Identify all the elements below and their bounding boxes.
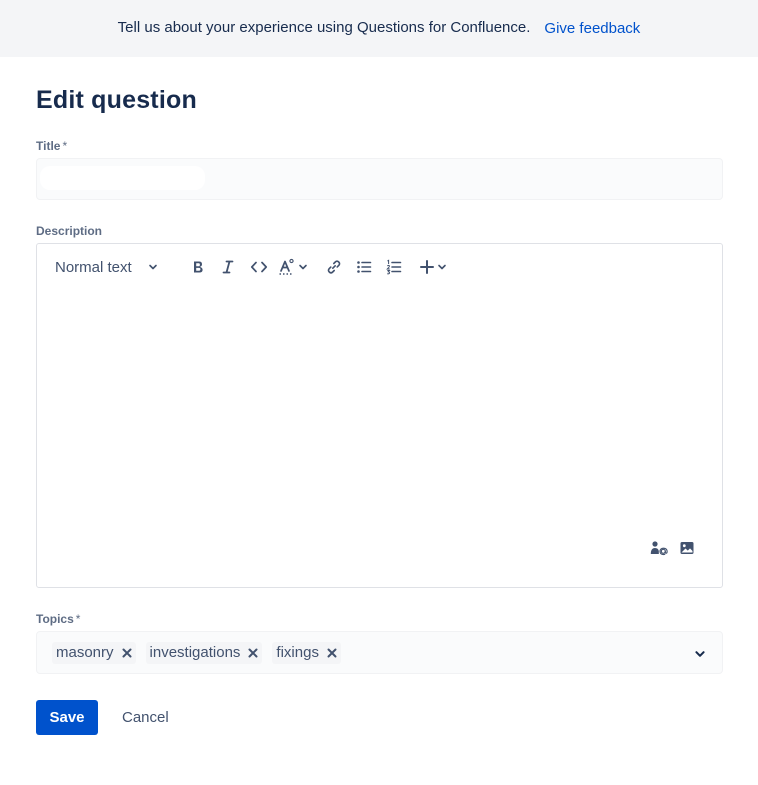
code-icon (250, 261, 268, 273)
chevron-down-icon (695, 651, 705, 657)
topics-select[interactable]: masonry investigations fixings (36, 631, 723, 674)
italic-button[interactable] (213, 252, 243, 282)
required-mark: * (75, 612, 81, 626)
topic-tag: masonry (52, 641, 136, 664)
topic-tag-label: masonry (56, 644, 114, 661)
page-title: Edit question (36, 86, 197, 114)
bullet-list-icon (357, 261, 372, 273)
title-label-text: Title (36, 139, 61, 153)
topic-tag: fixings (272, 641, 341, 664)
description-editor: Normal text (36, 243, 723, 588)
text-style-dropdown[interactable]: Normal text (51, 252, 163, 282)
topics-label-text: Topics (36, 612, 74, 626)
image-icon (680, 542, 694, 554)
remove-topic-button[interactable] (248, 648, 258, 658)
editor-footer-actions (650, 539, 696, 557)
feedback-message: Tell us about your experience using Ques… (117, 19, 531, 36)
link-icon (327, 260, 341, 274)
remove-topic-button[interactable] (122, 648, 132, 658)
text-color-icon (279, 258, 294, 275)
required-mark: * (62, 139, 68, 153)
description-text-area[interactable] (37, 290, 722, 540)
topic-tag-label: investigations (149, 644, 241, 661)
text-color-button[interactable] (275, 252, 311, 282)
editor-toolbar: Normal text (37, 244, 722, 290)
feedback-banner: Tell us about your experience using Ques… (0, 0, 758, 57)
link-button[interactable] (319, 252, 349, 282)
chevron-down-icon (299, 264, 307, 270)
remove-topic-button[interactable] (327, 648, 337, 658)
insert-plus-icon (420, 260, 434, 274)
close-icon (248, 648, 258, 657)
topics-dropdown-toggle[interactable] (694, 647, 706, 665)
topics-label: Topics * (36, 612, 80, 626)
cancel-button[interactable]: Cancel (110, 700, 181, 735)
bold-button[interactable] (183, 252, 213, 282)
text-style-label: Normal text (55, 258, 132, 276)
close-icon (327, 648, 337, 657)
bullet-list-button[interactable] (349, 252, 379, 282)
numbered-list-button[interactable] (379, 252, 409, 282)
save-button[interactable]: Save (36, 700, 98, 735)
topic-tag-label: fixings (276, 644, 319, 661)
chevron-down-icon (148, 264, 157, 270)
description-label: Description (36, 224, 103, 238)
close-icon (122, 648, 132, 657)
bold-icon (194, 261, 203, 273)
insert-button[interactable] (415, 252, 451, 282)
numbered-list-icon (386, 259, 402, 275)
code-button[interactable] (243, 252, 275, 282)
mention-icon (650, 541, 668, 556)
give-feedback-link[interactable]: Give feedback (544, 20, 640, 37)
mention-button[interactable] (650, 539, 668, 557)
insert-image-button[interactable] (678, 539, 696, 557)
italic-icon (222, 260, 234, 274)
topic-tag: investigations (145, 641, 263, 664)
title-label: Title * (36, 139, 67, 153)
title-input[interactable] (36, 158, 723, 200)
chevron-down-icon (438, 264, 446, 270)
